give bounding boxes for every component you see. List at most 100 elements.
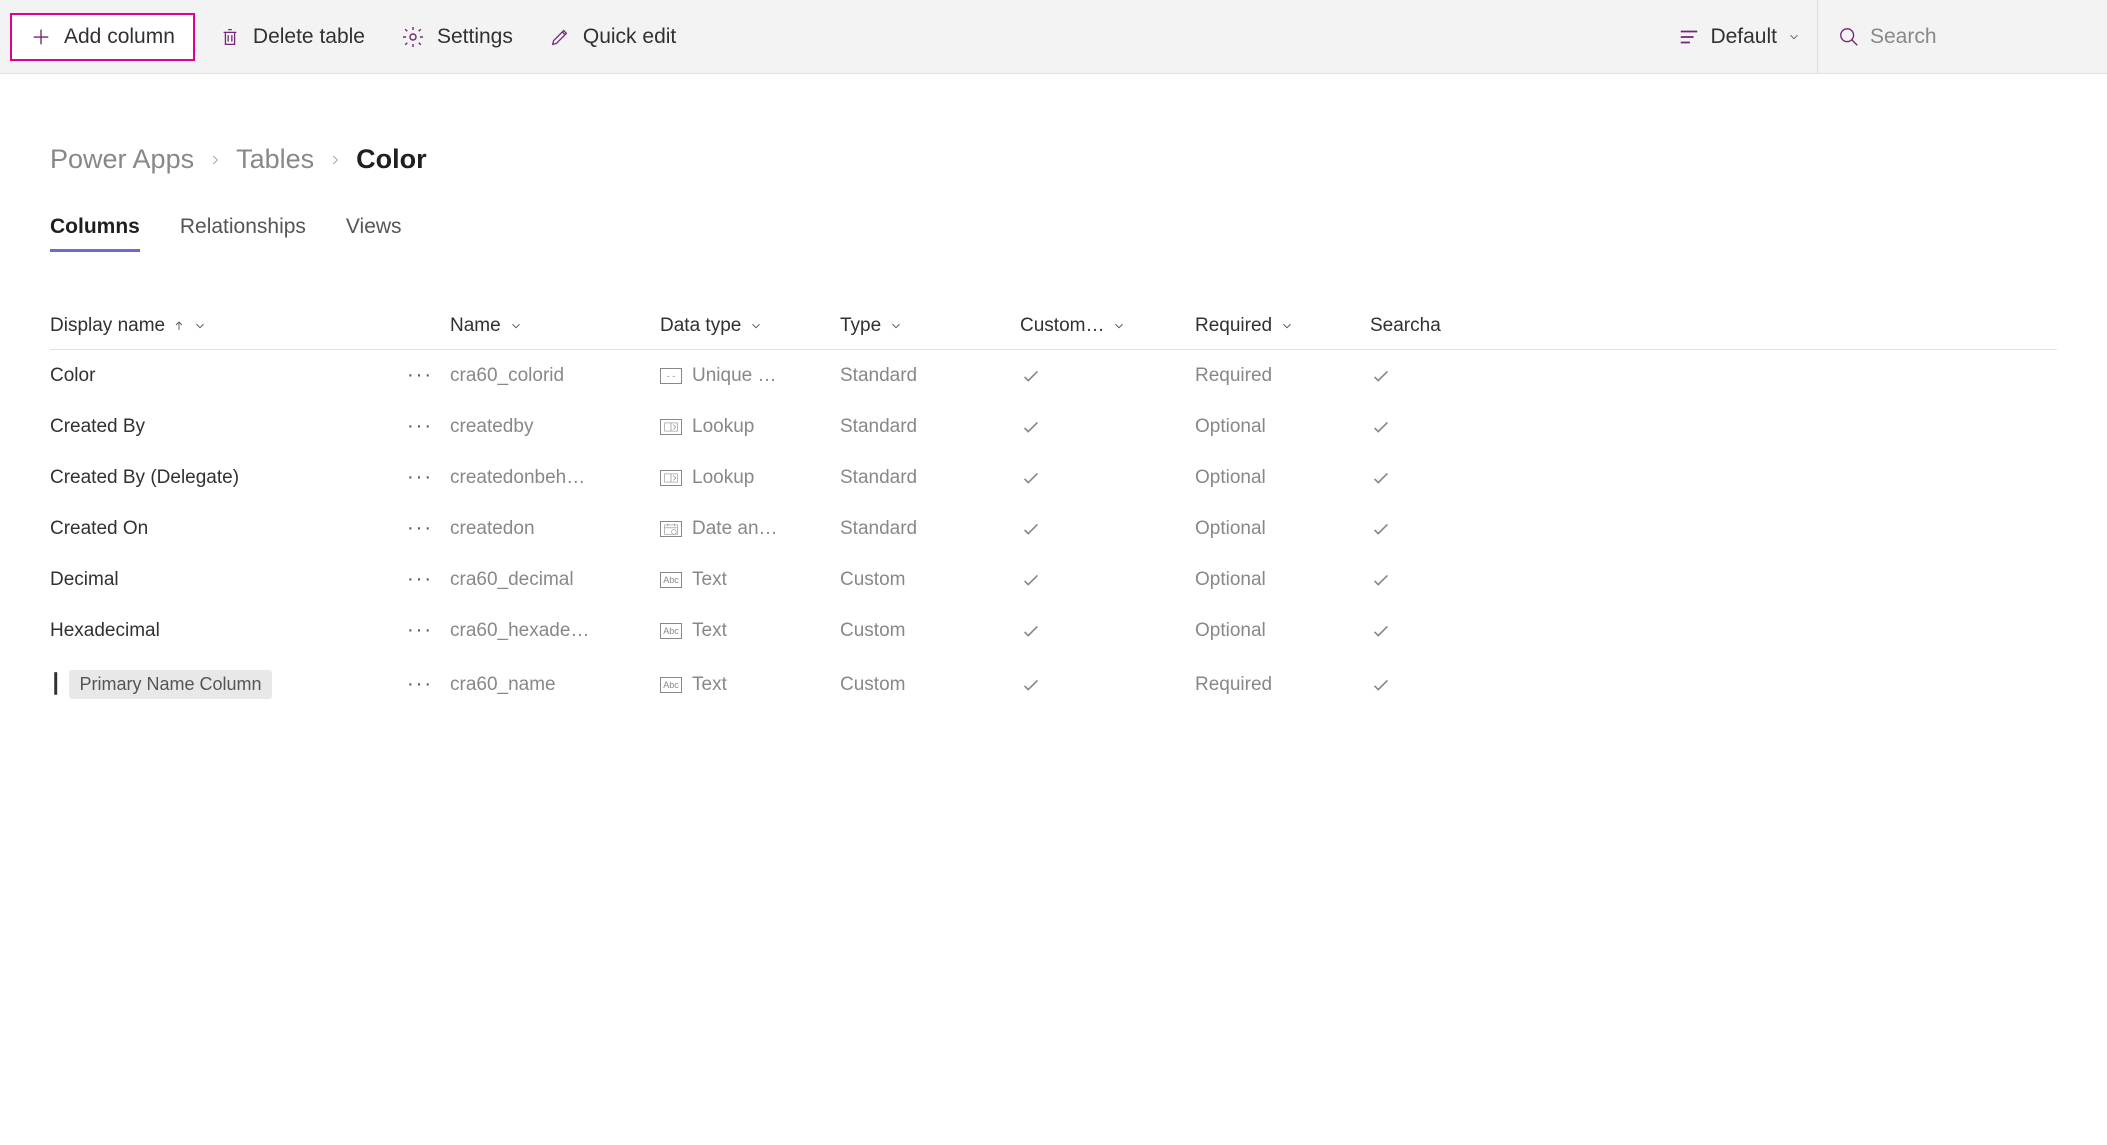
cell-searchable <box>1370 416 1490 438</box>
row-more-button[interactable]: ··· <box>390 415 450 438</box>
cell-data-type: AbcText <box>660 569 840 591</box>
tab-relationships[interactable]: Relationships <box>180 215 306 252</box>
breadcrumb-current: Color <box>356 144 427 175</box>
cell-name: cra60_name <box>450 674 660 696</box>
view-dropdown[interactable]: Default <box>1662 15 1817 59</box>
cell-custom <box>1020 569 1195 591</box>
cell-data-type: AbcText <box>660 620 840 642</box>
cell-type: Custom <box>840 620 1020 642</box>
quick-edit-label: Quick edit <box>583 25 676 49</box>
th-display-name[interactable]: Display name <box>50 315 390 337</box>
cell-display-name: Created By (Delegate) <box>50 467 239 489</box>
chevron-down-icon <box>1787 30 1801 44</box>
toolbar: Add column Delete table Settings Quick e… <box>0 0 2107 74</box>
table-row[interactable]: Created On ···createdonDate an…Standard Op… <box>50 503 2057 554</box>
cell-display-name: Created On <box>50 518 148 540</box>
row-more-button[interactable]: ··· <box>390 568 450 591</box>
th-required[interactable]: Required <box>1195 315 1370 337</box>
cell-type: Custom <box>840 569 1020 591</box>
settings-label: Settings <box>437 25 513 49</box>
table-row[interactable]: Color ···cra60_colorid- -Unique …Standard… <box>50 350 2057 401</box>
cell-data-type: Date an… <box>660 518 840 540</box>
chevron-right-icon <box>208 149 222 171</box>
primary-name-badge: Primary Name Column <box>69 670 271 699</box>
cell-required: Optional <box>1195 416 1370 438</box>
cell-data-type: Lookup <box>660 467 840 489</box>
cell-data-type: - -Unique … <box>660 365 840 387</box>
cell-display-name: Created By <box>50 416 145 438</box>
text-icon: Abc <box>660 623 682 639</box>
text-icon: Abc <box>660 677 682 693</box>
cell-name: cra60_colorid <box>450 365 660 387</box>
datetime-icon <box>660 521 682 537</box>
cell-type: Standard <box>840 467 1020 489</box>
columns-table: Display name Name Data type Type <box>50 303 2057 713</box>
search-icon <box>1838 26 1860 48</box>
content: Power Apps Tables Color Columns Relation… <box>0 74 2107 713</box>
chevron-down-icon <box>193 319 207 333</box>
cell-required: Optional <box>1195 569 1370 591</box>
list-icon <box>1678 28 1700 46</box>
cell-name: createdby <box>450 416 660 438</box>
lookup-icon <box>660 470 682 486</box>
trash-icon <box>219 25 241 49</box>
cell-display-name: Hexadecimal <box>50 620 160 642</box>
settings-button[interactable]: Settings <box>383 15 531 59</box>
tab-views[interactable]: Views <box>346 215 402 252</box>
table-row[interactable]: Created By (Delegate)···createdonbeh…Loo… <box>50 452 2057 503</box>
breadcrumb: Power Apps Tables Color <box>50 144 2057 175</box>
cell-searchable <box>1370 365 1490 387</box>
cell-display-name: ┃ <box>50 673 61 696</box>
th-searchable[interactable]: Searcha <box>1370 315 1490 337</box>
row-more-button[interactable]: ··· <box>390 673 450 696</box>
sort-up-icon <box>173 318 185 334</box>
cell-name: createdon <box>450 518 660 540</box>
cell-required: Required <box>1195 365 1370 387</box>
quick-edit-button[interactable]: Quick edit <box>531 15 694 59</box>
unique-id-icon: - - <box>660 368 682 384</box>
table-row[interactable]: Hexadecimal···cra60_hexade…AbcTextCustom… <box>50 605 2057 656</box>
cell-type: Standard <box>840 518 1020 540</box>
row-more-button[interactable]: ··· <box>390 466 450 489</box>
cell-data-type: Lookup <box>660 416 840 438</box>
delete-table-button[interactable]: Delete table <box>201 15 383 59</box>
row-more-button[interactable]: ··· <box>390 619 450 642</box>
chevron-right-icon <box>328 149 342 171</box>
cell-required: Optional <box>1195 518 1370 540</box>
cell-display-name: Color <box>50 365 95 387</box>
table-row[interactable]: Decimal···cra60_decimalAbcTextCustomOpti… <box>50 554 2057 605</box>
table-header-row: Display name Name Data type Type <box>50 303 2057 350</box>
breadcrumb-root[interactable]: Power Apps <box>50 144 194 175</box>
cell-searchable <box>1370 569 1490 591</box>
search-input[interactable] <box>1870 25 2077 49</box>
cell-searchable <box>1370 518 1490 540</box>
cell-name: cra60_decimal <box>450 569 660 591</box>
table-row[interactable]: ┃ Primary Name Column ···cra60_nameAbcTex… <box>50 656 2057 713</box>
cell-searchable <box>1370 620 1490 642</box>
chevron-down-icon <box>749 319 763 333</box>
th-data-type[interactable]: Data type <box>660 315 840 337</box>
pencil-icon <box>549 26 571 48</box>
add-column-button[interactable]: Add column <box>10 13 195 61</box>
cell-type: Custom <box>840 674 1020 696</box>
cell-type: Standard <box>840 365 1020 387</box>
cell-searchable <box>1370 674 1490 696</box>
th-name[interactable]: Name <box>450 315 660 337</box>
search-area <box>1817 0 2097 73</box>
view-label: Default <box>1710 25 1777 49</box>
breadcrumb-tables[interactable]: Tables <box>236 144 314 175</box>
tab-columns[interactable]: Columns <box>50 215 140 252</box>
row-more-button[interactable]: ··· <box>390 517 450 540</box>
cell-custom <box>1020 467 1195 489</box>
th-custom[interactable]: Custom… <box>1020 315 1195 337</box>
chevron-down-icon <box>509 319 523 333</box>
cell-type: Standard <box>840 416 1020 438</box>
tabs: Columns Relationships Views <box>50 215 2057 253</box>
th-type[interactable]: Type <box>840 315 1020 337</box>
cell-data-type: AbcText <box>660 674 840 696</box>
delete-table-label: Delete table <box>253 25 365 49</box>
table-row[interactable]: Created By ···createdbyLookupStandard Opti… <box>50 401 2057 452</box>
row-more-button[interactable]: ··· <box>390 364 450 387</box>
gear-icon <box>401 25 425 49</box>
cell-required: Optional <box>1195 467 1370 489</box>
